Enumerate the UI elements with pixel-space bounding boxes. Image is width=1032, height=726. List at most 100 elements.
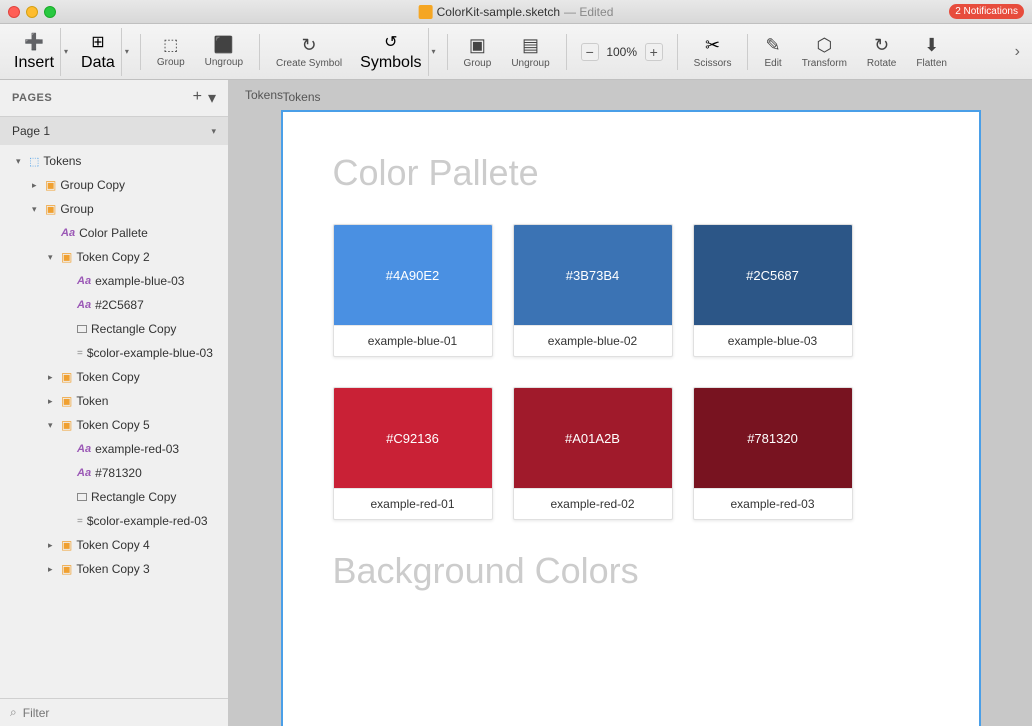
tree-item-tokens[interactable]: ▾⬚Tokens xyxy=(0,149,228,173)
color-hex: #4A90E2 xyxy=(386,268,440,283)
expand-arrow[interactable]: ▸ xyxy=(32,180,42,191)
more-button[interactable]: › xyxy=(1011,39,1024,65)
rotate-button[interactable]: ↻ Rotate xyxy=(859,31,904,73)
color-swatch: #781320 xyxy=(694,388,852,488)
insert-button[interactable]: ➕ Insert ▾ xyxy=(8,28,71,76)
edit-label: Edit xyxy=(764,58,781,69)
color-card-example-red-01: #C92136 example-red-01 xyxy=(333,387,493,520)
page-menu-button[interactable]: ▾ xyxy=(208,88,216,108)
titlebar: ColorKit-sample.sketch — Edited 2 Notifi… xyxy=(0,0,1032,24)
item-label: Token Copy 5 xyxy=(76,418,220,432)
symbols-arrow[interactable]: ▾ xyxy=(428,28,439,76)
expand-arrow[interactable]: ▸ xyxy=(48,372,58,383)
data-label: Data xyxy=(81,54,115,72)
tree-item-example-blue-03-text[interactable]: Aaexample-blue-03 xyxy=(0,269,228,293)
tree-item-rectangle-copy-2[interactable]: Rectangle Copy xyxy=(0,485,228,509)
maximize-button[interactable] xyxy=(44,6,56,18)
minimize-button[interactable] xyxy=(26,6,38,18)
group-button[interactable]: ⬚ Group xyxy=(149,31,193,72)
expand-arrow[interactable]: ▸ xyxy=(48,396,58,407)
main-area: PAGES + ▾ Page 1 ▾ ▾⬚Tokens▸▣Group Copy▾… xyxy=(0,80,1032,726)
color-hex: #3B73B4 xyxy=(566,268,620,283)
create-symbol-button[interactable]: ↻ Create Symbol xyxy=(268,31,350,73)
ungroup2-button[interactable]: ▤ Ungroup xyxy=(503,31,557,73)
filter-bar: ⌕ xyxy=(0,698,228,726)
sidebar-actions: + ▾ xyxy=(193,88,216,108)
data-arrow[interactable]: ▾ xyxy=(121,28,132,76)
tree-item-token-copy-2[interactable]: ▾▣Token Copy 2 xyxy=(0,245,228,269)
data-button[interactable]: ⊞ Data ▾ xyxy=(75,28,132,76)
item-label: Group Copy xyxy=(60,178,220,192)
tree-item-rectangle-copy-1[interactable]: Rectangle Copy xyxy=(0,317,228,341)
divider-3 xyxy=(447,34,448,70)
expand-arrow[interactable]: ▾ xyxy=(32,204,42,215)
notifications-badge[interactable]: 2 Notifications xyxy=(949,4,1024,19)
item-label: Rectangle Copy xyxy=(91,322,220,336)
symbols-main[interactable]: ↺ Symbols xyxy=(354,28,427,76)
toolbar: ➕ Insert ▾ ⊞ Data ▾ ⬚ Group ⬛ Ungroup ↻ … xyxy=(0,24,1032,80)
tree-item-color-pallete-text[interactable]: AaColor Pallete xyxy=(0,221,228,245)
flatten-label: Flatten xyxy=(916,58,947,69)
ungroup-button[interactable]: ⬛ Ungroup xyxy=(197,31,251,72)
add-page-button[interactable]: + xyxy=(193,88,202,108)
item-label: #2C5687 xyxy=(95,298,220,312)
item-label: Color Pallete xyxy=(79,226,220,240)
item-label: example-blue-03 xyxy=(95,274,220,288)
expand-arrow[interactable]: ▾ xyxy=(48,252,58,263)
transform-icon: ⬡ xyxy=(816,35,832,56)
tree-item-color-example-blue-03[interactable]: =$color-example-blue-03 xyxy=(0,341,228,365)
zoom-in-button[interactable]: + xyxy=(645,43,663,61)
page-selector[interactable]: Page 1 ▾ xyxy=(0,117,228,145)
tree-item-token-copy-4[interactable]: ▸▣Token Copy 4 xyxy=(0,533,228,557)
insert-icon: ➕ xyxy=(24,32,44,52)
transform-button[interactable]: ⬡ Transform xyxy=(794,31,855,73)
tree-item-781320-text[interactable]: Aa#781320 xyxy=(0,461,228,485)
flatten-button[interactable]: ⬇ Flatten xyxy=(908,31,955,73)
tree-item-token-copy-3[interactable]: ▸▣Token Copy 3 xyxy=(0,557,228,581)
data-main[interactable]: ⊞ Data xyxy=(75,28,121,76)
zoom-out-button[interactable]: − xyxy=(581,43,599,61)
tree-item-2c5687-text[interactable]: Aa#2C5687 xyxy=(0,293,228,317)
close-button[interactable] xyxy=(8,6,20,18)
item-label: example-red-03 xyxy=(95,442,220,456)
tree-item-token-copy[interactable]: ▸▣Token Copy xyxy=(0,365,228,389)
item-label: $color-example-blue-03 xyxy=(87,346,220,360)
canvas-content[interactable]: Tokens Color Pallete #4A90E2 example-blu… xyxy=(229,80,1032,726)
edit-button[interactable]: ✎ Edit xyxy=(756,31,789,73)
flatten-icon: ⬇ xyxy=(924,35,939,56)
expand-arrow[interactable]: ▾ xyxy=(48,420,58,431)
symbols-button[interactable]: ↺ Symbols ▾ xyxy=(354,28,438,76)
ungroup-icon: ⬛ xyxy=(214,35,234,55)
color-card-example-red-02: #A01A2B example-red-02 xyxy=(513,387,673,520)
expand-arrow[interactable]: ▾ xyxy=(16,156,26,167)
tree-item-color-example-red-03[interactable]: =$color-example-red-03 xyxy=(0,509,228,533)
color-name: example-blue-02 xyxy=(514,325,672,356)
tree-item-example-red-03-text[interactable]: Aaexample-red-03 xyxy=(0,437,228,461)
divider-4 xyxy=(566,34,567,70)
filter-input[interactable] xyxy=(23,706,218,720)
item-label: Token Copy 3 xyxy=(76,562,220,576)
group2-icon: ▣ xyxy=(469,35,486,56)
color-name: example-blue-01 xyxy=(334,325,492,356)
scissors-button[interactable]: ✂ Scissors xyxy=(686,31,740,73)
zoom-control: − 100% + xyxy=(575,39,669,65)
tree-item-group[interactable]: ▾▣Group xyxy=(0,197,228,221)
sidebar-header: PAGES + ▾ xyxy=(0,80,228,117)
tree-item-group-copy[interactable]: ▸▣Group Copy xyxy=(0,173,228,197)
insert-arrow[interactable]: ▾ xyxy=(60,28,71,76)
color-name: example-red-01 xyxy=(334,488,492,519)
title-subtitle: — Edited xyxy=(564,5,613,19)
expand-arrow[interactable]: ▸ xyxy=(48,540,58,551)
tree-item-token[interactable]: ▸▣Token xyxy=(0,389,228,413)
divider-6 xyxy=(747,34,748,70)
expand-arrow[interactable]: ▸ xyxy=(48,564,58,575)
group2-button[interactable]: ▣ Group xyxy=(456,31,500,73)
item-label: Token Copy 2 xyxy=(76,250,220,264)
artboard: Tokens Color Pallete #4A90E2 example-blu… xyxy=(281,110,981,726)
insert-main[interactable]: ➕ Insert xyxy=(8,28,60,76)
pallete-title: Color Pallete xyxy=(333,152,929,194)
page-label: Page 1 xyxy=(12,124,207,138)
tree-item-token-copy-5[interactable]: ▾▣Token Copy 5 xyxy=(0,413,228,437)
filter-icon: ⌕ xyxy=(10,705,17,720)
color-swatch: #2C5687 xyxy=(694,225,852,325)
